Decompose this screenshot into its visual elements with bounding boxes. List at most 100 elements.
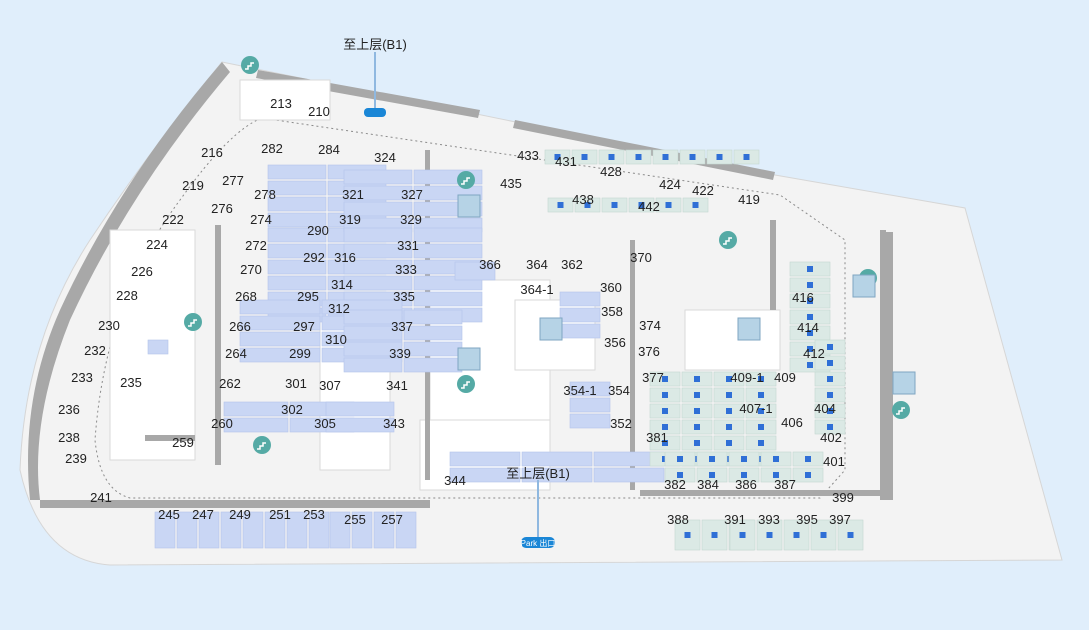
spot-number: 268: [235, 289, 257, 304]
spot-number: 364: [526, 257, 548, 272]
spot-number: 399: [832, 490, 854, 505]
outer-wall-right: [885, 232, 893, 500]
spot-number: 219: [182, 178, 204, 193]
spot-number: 251: [269, 507, 291, 522]
spot-number: 257: [381, 512, 403, 527]
ev-charging-icon: [711, 532, 718, 538]
spot-number: 232: [84, 343, 106, 358]
exit-label-top: 至上层(B1): [343, 37, 407, 52]
spot-number: 391: [724, 512, 746, 527]
block-east: [684, 309, 781, 371]
spot-number: 414: [797, 320, 819, 335]
stairs-icon[interactable]: [892, 401, 910, 419]
ev-charging-icon: [694, 408, 700, 414]
parking-spot: [413, 291, 483, 307]
spot-number: 278: [254, 187, 276, 202]
spot-number: 388: [667, 512, 689, 527]
spot-number: 299: [289, 346, 311, 361]
spot-number: 321: [342, 187, 364, 202]
elevator-icon[interactable]: [852, 274, 876, 298]
spot-number: 235: [120, 375, 142, 390]
ev-charging-icon: [709, 456, 715, 462]
spot-number: 438: [572, 192, 594, 207]
spot-number: 210: [308, 104, 330, 119]
spot-number: 333: [395, 262, 417, 277]
spot-number: 354: [608, 383, 630, 398]
exit-label-bottom: 至上层(B1): [506, 466, 570, 481]
stairs-icon[interactable]: [457, 171, 475, 189]
spot-number: 424: [659, 177, 681, 192]
elevator-icon[interactable]: [892, 371, 916, 395]
spot-number: 404: [814, 401, 836, 416]
inner-wall-d: [770, 220, 776, 310]
parking-spot: [593, 467, 665, 483]
ev-charging-icon: [694, 376, 700, 382]
parking-spot: [559, 323, 601, 339]
ev-charging-icon: [662, 392, 668, 398]
spot-number: 395: [796, 512, 818, 527]
ev-charging-icon: [805, 456, 811, 462]
stairs-icon[interactable]: [457, 375, 475, 393]
stairs-icon[interactable]: [719, 231, 737, 249]
spot-number: 324: [374, 150, 396, 165]
spot-number: 442: [638, 199, 660, 214]
spot-number: 409: [774, 370, 796, 385]
parking-floor-map: 至上层(B1) Park 出口 至上层(B1) 213 210 216 282 284 3…: [19, 37, 1063, 566]
spot-number: 312: [328, 301, 350, 316]
stairs-icon[interactable]: [184, 313, 202, 331]
elevator-icon[interactable]: [457, 194, 481, 218]
parking-spot: [569, 413, 611, 429]
spot-number: 241: [90, 490, 112, 505]
ev-charging-icon: [716, 154, 723, 160]
spot-number: 319: [339, 212, 361, 227]
spot-number: 431: [555, 154, 577, 169]
spot-number: 331: [397, 238, 419, 253]
parking-spot: [223, 401, 289, 417]
spot-number: 419: [738, 192, 760, 207]
ev-charging-icon: [726, 408, 732, 414]
spot-number: 213: [270, 96, 292, 111]
parking-spot: [449, 451, 521, 467]
parking-spot: [325, 401, 395, 417]
parking-spot: [239, 331, 321, 347]
spot-number: 376: [638, 344, 660, 359]
ev-charging-icon: [758, 392, 764, 398]
ev-charging-icon: [758, 440, 764, 446]
spot-number: 329: [400, 212, 422, 227]
spot-number: 260: [211, 416, 233, 431]
spot-number: 245: [158, 507, 180, 522]
spot-number: 358: [601, 304, 623, 319]
exit-pin-top: [364, 108, 386, 117]
spot-number: 276: [211, 201, 233, 216]
parking-spot: [267, 196, 327, 212]
elevator-icon[interactable]: [457, 347, 481, 371]
spot-number: 236: [58, 402, 80, 417]
spot-number: 226: [131, 264, 153, 279]
spot-number: 412: [803, 346, 825, 361]
spot-number: 230: [98, 318, 120, 333]
spot-number: 393: [758, 512, 780, 527]
spot-number: 239: [65, 451, 87, 466]
spot-number: 352: [610, 416, 632, 431]
parking-spot: [147, 339, 169, 355]
elevator-icon[interactable]: [737, 317, 761, 341]
spot-number: 370: [630, 250, 652, 265]
parking-spot: [223, 417, 289, 433]
ev-charging-icon: [581, 154, 588, 160]
ev-charging-icon: [611, 202, 618, 208]
ev-charging-icon: [662, 408, 668, 414]
spot-number: 422: [692, 183, 714, 198]
stairs-icon[interactable]: [241, 56, 259, 74]
parking-spot: [413, 227, 483, 243]
spot-number: 216: [201, 145, 223, 160]
parking-spot: [569, 397, 611, 413]
spot-number: 386: [735, 477, 757, 492]
parking-spot: [413, 243, 483, 259]
parking-spot: [403, 357, 463, 373]
spot-number: 402: [820, 430, 842, 445]
elevator-icon[interactable]: [539, 317, 563, 341]
ev-charging-icon: [694, 440, 700, 446]
stairs-icon[interactable]: [253, 436, 271, 454]
spot-number: 297: [293, 319, 315, 334]
ev-charging-icon: [847, 532, 854, 538]
